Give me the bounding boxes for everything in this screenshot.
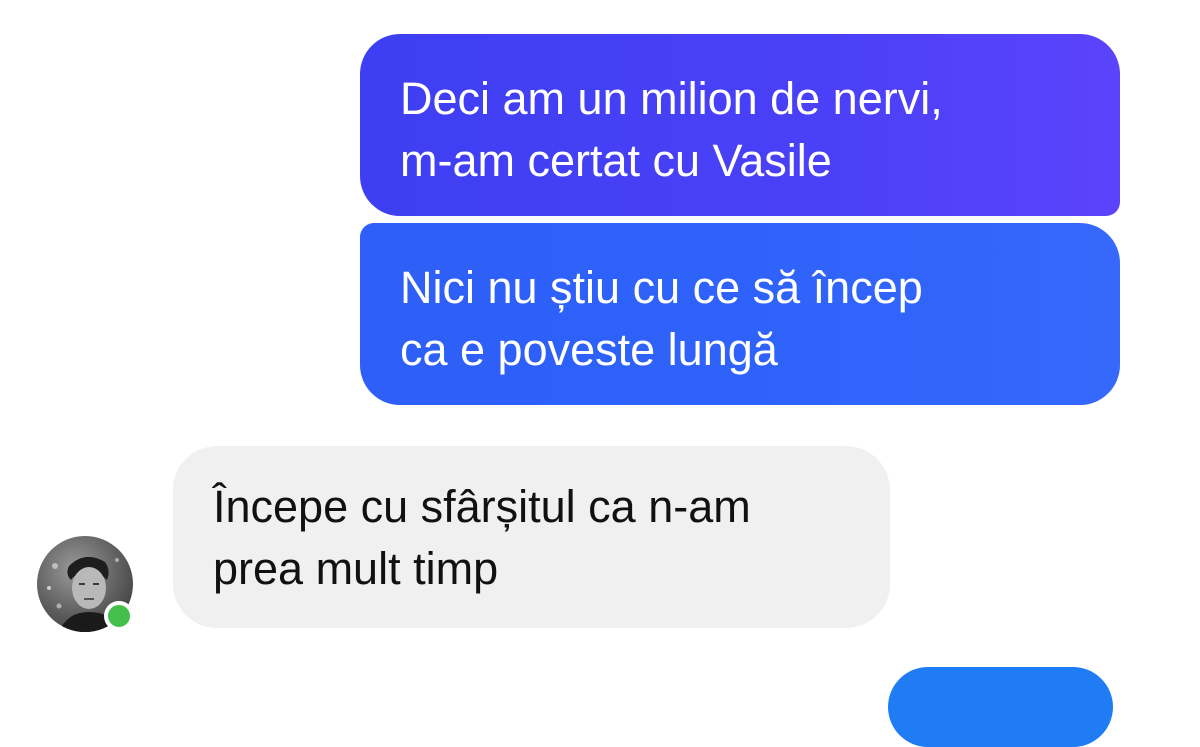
outgoing-message-bubble[interactable]: Nici nu știu cu ce să încep ca e poveste… — [360, 223, 1120, 405]
online-status-dot — [104, 601, 134, 631]
outgoing-message-bubble[interactable]: Deci am un milion de nervi, m-am certat … — [360, 34, 1120, 216]
incoming-message-bubble[interactable]: Începe cu sfârșitul ca n-am prea mult ti… — [173, 446, 890, 628]
chat-thread: Deci am un milion de nervi, m-am certat … — [0, 0, 1200, 747]
outgoing-message-bubble-partial[interactable] — [888, 667, 1113, 747]
